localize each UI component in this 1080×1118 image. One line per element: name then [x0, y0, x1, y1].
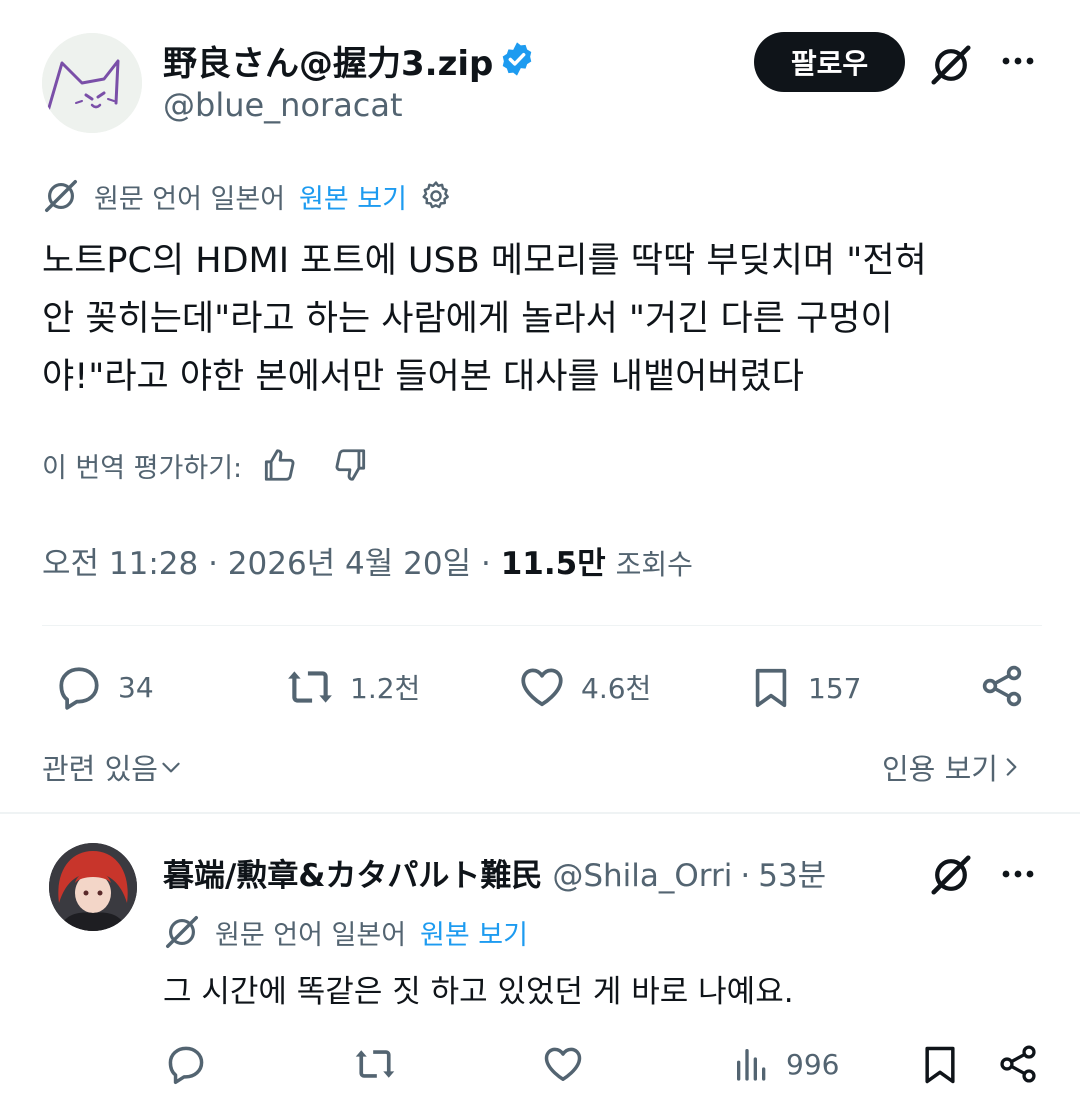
- show-original-link[interactable]: 원본 보기: [420, 913, 528, 952]
- repost-count: 1.2천: [350, 672, 421, 705]
- author-avatar[interactable]: [42, 33, 142, 133]
- view-quotes-label: 인용 보기: [882, 752, 998, 786]
- analytics-icon: [732, 1044, 772, 1084]
- reply-button[interactable]: 34: [54, 662, 154, 712]
- reply-author-handle[interactable]: @Shila_Orri: [552, 858, 732, 894]
- like-button[interactable]: 4.6천: [517, 662, 651, 712]
- author-name[interactable]: 野良さん@握力3.zip: [163, 36, 493, 85]
- reply-header: 暮端/勲章&カタパルト難民 @Shila_Orri · 53분: [163, 850, 826, 895]
- grok-translate-icon: [163, 913, 201, 951]
- reply-author-name[interactable]: 暮端/勲章&カタパルト難民: [163, 850, 542, 895]
- views-button[interactable]: 996: [732, 1044, 839, 1084]
- bookmark-icon[interactable]: [918, 1042, 962, 1088]
- translation-label: 원문 언어 일본어: [215, 919, 407, 951]
- view-count-label: 조회수: [615, 548, 693, 581]
- reply-timestamp[interactable]: 53분: [758, 850, 826, 895]
- follow-button[interactable]: 팔로우: [754, 32, 905, 92]
- repost-button[interactable]: 1.2천: [284, 662, 420, 712]
- reply-count: 34: [118, 670, 154, 704]
- view-count: 11.5만: [500, 546, 606, 582]
- reply-view-count: 996: [786, 1047, 840, 1081]
- chevron-right-icon: [998, 754, 1024, 780]
- gear-icon[interactable]: [419, 179, 453, 213]
- chevron-down-icon: [158, 754, 184, 780]
- repost-icon[interactable]: [352, 1042, 398, 1086]
- reply-author-avatar[interactable]: [49, 843, 137, 931]
- bookmark-button[interactable]: 157: [748, 662, 861, 714]
- bookmark-count: 157: [808, 671, 862, 705]
- view-quotes-link[interactable]: 인용 보기: [882, 746, 1024, 788]
- section-divider: [0, 812, 1080, 814]
- grok-translate-icon: [42, 177, 80, 215]
- share-icon[interactable]: [996, 1042, 1040, 1086]
- tweet-text: 노트PC의 HDMI 포트에 USB 메모리를 딱딱 부딪치며 "전혀 안 꽂히…: [42, 241, 927, 397]
- more-options-icon[interactable]: [998, 46, 1038, 76]
- reply-translation-bar: 원문 언어 일본어 원본 보기: [163, 912, 528, 952]
- translation-bar: 원문 언어 일본어 원본 보기: [42, 176, 453, 216]
- bookmark-icon: [748, 662, 794, 714]
- thumbs-up-icon[interactable]: [260, 446, 298, 484]
- like-count: 4.6천: [581, 672, 652, 705]
- thumbs-down-icon[interactable]: [332, 446, 370, 484]
- author-handle[interactable]: @blue_noracat: [163, 86, 403, 124]
- repost-icon: [284, 662, 336, 712]
- timestamp[interactable]: 오전 11:28 · 2026년 4월 20일 ·: [42, 546, 501, 582]
- grok-icon[interactable]: [928, 42, 974, 88]
- heart-icon[interactable]: [541, 1042, 585, 1086]
- reply-icon[interactable]: [164, 1042, 208, 1086]
- share-icon[interactable]: [978, 662, 1026, 710]
- rate-translation-label: 이 번역 평가하기:: [42, 452, 243, 484]
- rate-translation: 이 번역 평가하기:: [42, 442, 370, 488]
- grok-icon[interactable]: [928, 852, 974, 898]
- show-original-link[interactable]: 원본 보기: [299, 177, 407, 216]
- related-label: 관련 있음: [42, 752, 158, 786]
- reply-text: 그 시간에 똑같은 짓 하고 있었던 게 바로 나예요.: [163, 974, 794, 1010]
- divider: [42, 625, 1042, 626]
- related-toggle[interactable]: 관련 있음: [42, 746, 184, 788]
- heart-icon: [517, 662, 567, 712]
- translation-label: 원문 언어 일본어: [94, 183, 286, 215]
- tweet-meta: 오전 11:28 · 2026년 4월 20일 · 11.5만 조회수: [42, 538, 693, 583]
- more-options-icon[interactable]: [998, 859, 1038, 889]
- separator-dot: ·: [740, 858, 751, 894]
- reply-icon: [54, 662, 104, 712]
- verified-badge-icon: [498, 40, 536, 78]
